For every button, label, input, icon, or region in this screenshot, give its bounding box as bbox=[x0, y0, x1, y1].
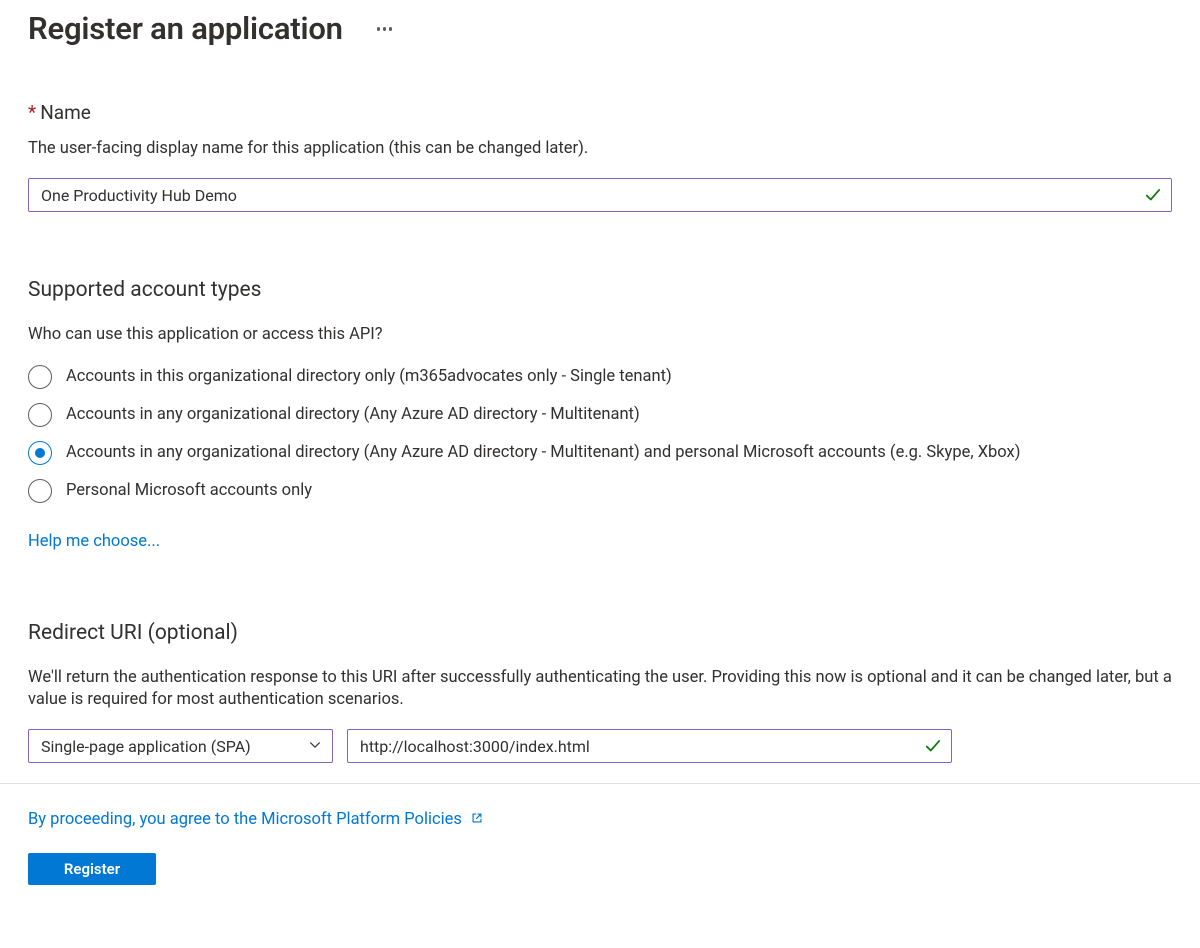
redirect-uri-title: Redirect URI (optional) bbox=[28, 621, 1172, 645]
name-field-helper: The user-facing display name for this ap… bbox=[28, 138, 1172, 160]
platform-policies-link[interactable]: Microsoft Platform Policies bbox=[261, 810, 462, 829]
account-type-radio-1[interactable] bbox=[28, 403, 52, 427]
account-types-radio-group: Accounts in this organizational director… bbox=[28, 365, 1172, 503]
name-field-label: *Name bbox=[28, 101, 1172, 124]
account-type-label-3[interactable]: Personal Microsoft accounts only bbox=[66, 481, 312, 500]
account-types-title: Supported account types bbox=[28, 278, 1172, 302]
help-me-choose-link[interactable]: Help me choose... bbox=[28, 532, 160, 551]
chevron-down-icon bbox=[308, 737, 322, 756]
account-type-radio-2[interactable] bbox=[28, 441, 52, 465]
redirect-uri-input[interactable] bbox=[347, 729, 952, 763]
valid-check-icon bbox=[1144, 186, 1162, 204]
redirect-uri-helper: We'll return the authentication response… bbox=[28, 667, 1172, 712]
consent-prefix: By proceeding, you agree to the bbox=[28, 810, 261, 829]
redirect-uri-platform-value: Single-page application (SPA) bbox=[41, 737, 251, 756]
required-asterisk: * bbox=[28, 101, 36, 124]
account-type-radio-0[interactable] bbox=[28, 365, 52, 389]
name-field-label-text: Name bbox=[40, 101, 91, 124]
footer-divider bbox=[0, 783, 1200, 784]
redirect-uri-platform-select[interactable]: Single-page application (SPA) bbox=[28, 729, 333, 763]
register-button[interactable]: Register bbox=[28, 853, 156, 885]
account-type-label-1[interactable]: Accounts in any organizational directory… bbox=[66, 405, 640, 424]
more-horizontal-icon bbox=[377, 27, 393, 30]
name-input[interactable] bbox=[28, 178, 1172, 212]
consent-text: By proceeding, you agree to the Microsof… bbox=[28, 810, 1172, 829]
account-type-label-2[interactable]: Accounts in any organizational directory… bbox=[66, 443, 1020, 462]
account-type-label-0[interactable]: Accounts in this organizational director… bbox=[66, 367, 672, 386]
account-types-question: Who can use this application or access t… bbox=[28, 324, 1172, 346]
valid-check-icon bbox=[924, 737, 942, 755]
more-actions-button[interactable] bbox=[371, 23, 399, 35]
page-title: Register an application bbox=[28, 10, 343, 47]
external-link-icon bbox=[466, 810, 484, 829]
account-type-radio-3[interactable] bbox=[28, 479, 52, 503]
